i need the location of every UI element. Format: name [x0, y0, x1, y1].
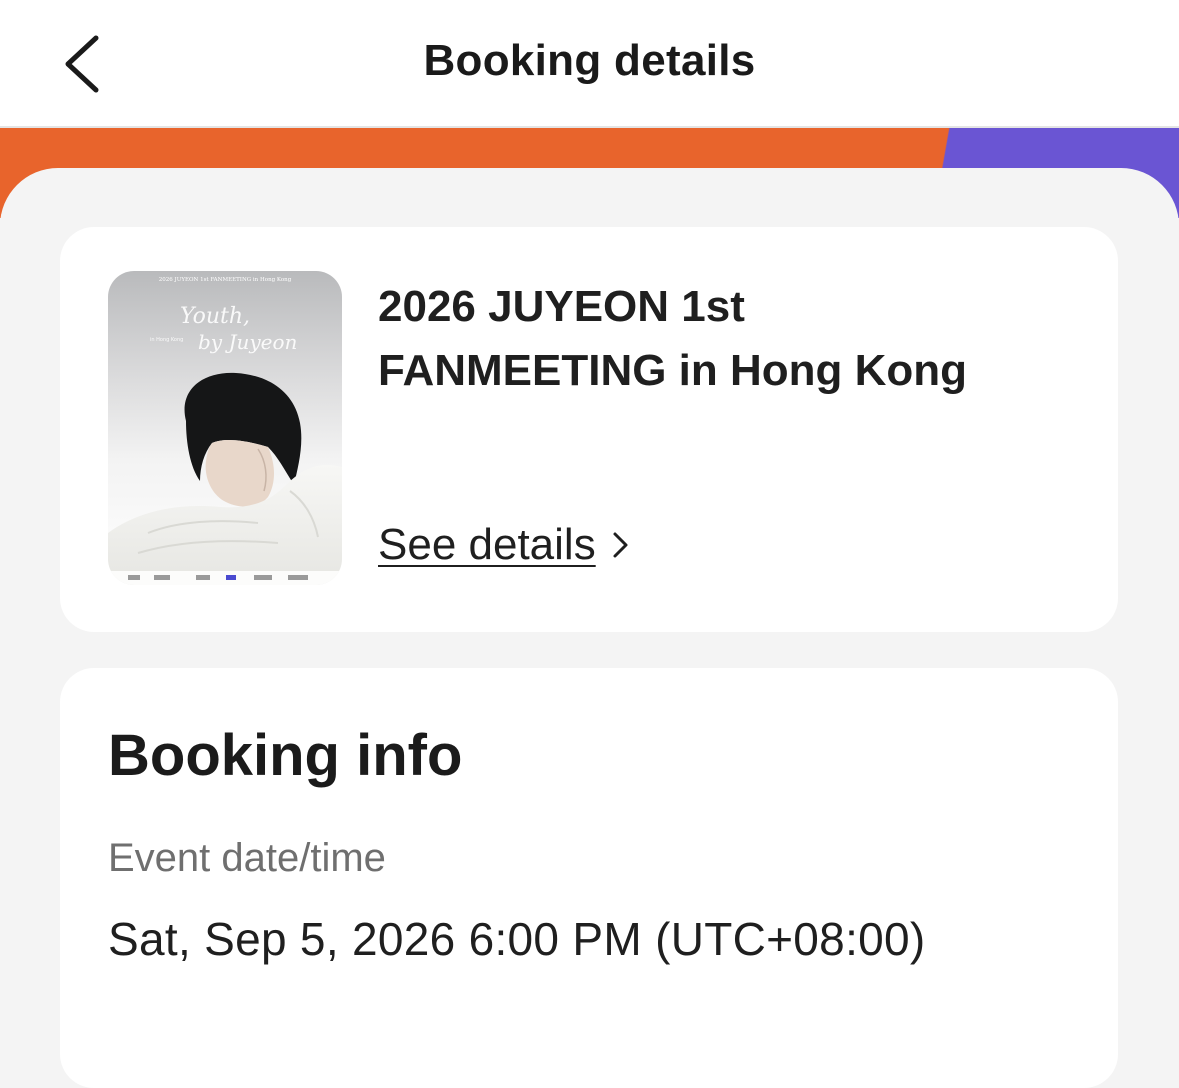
event-poster[interactable]: 2026 JUYEON 1st FANMEETING in Hong Kong … [108, 271, 342, 585]
event-title-line1: 2026 JUYEON 1st [378, 282, 745, 331]
poster-image: 2026 JUYEON 1st FANMEETING in Hong Kong … [108, 271, 342, 585]
poster-small-tag: in Hong Kong [150, 337, 183, 343]
event-datetime-label: Event date/time [108, 836, 386, 880]
event-title: 2026 JUYEON 1st FANMEETING in Hong Kong [378, 275, 1078, 403]
see-details-link[interactable]: See details [378, 520, 632, 570]
booking-info-title: Booking info [108, 723, 463, 788]
chevron-right-icon [613, 532, 628, 558]
event-title-line2: FANMEETING in Hong Kong [378, 346, 968, 395]
poster-script-line1: Youth, [180, 304, 250, 329]
event-datetime-value: Sat, Sep 5, 2026 6:00 PM (UTC+08:00) [108, 913, 926, 965]
poster-caption: 2026 JUYEON 1st FANMEETING in Hong Kong [159, 277, 292, 283]
see-details-label: See details [378, 520, 596, 569]
page-title: Booking details [423, 36, 756, 85]
poster-script-line2: by Juyeon [198, 330, 297, 354]
app-header: Booking details [0, 0, 1179, 128]
